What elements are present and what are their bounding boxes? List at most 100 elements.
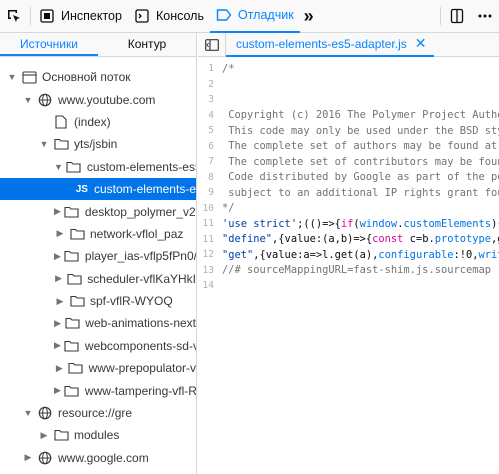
collapsed-arrow-icon[interactable]: ▶ xyxy=(54,296,66,307)
tree-item[interactable]: ▶ player_ias-vflp5fPn0/r xyxy=(0,245,196,267)
tree-item[interactable]: ▼ www.youtube.com xyxy=(0,88,196,110)
tree-item-label: www-prepopulator-v xyxy=(88,361,196,376)
globe-icon xyxy=(37,406,53,420)
expanded-arrow-icon[interactable]: ▼ xyxy=(54,162,63,172)
more-tools-chevron-icon: » xyxy=(303,5,314,26)
expanded-arrow-icon[interactable]: ▼ xyxy=(22,408,34,418)
tree-item[interactable]: ▶ network-vflol_paz xyxy=(0,223,196,245)
line-number[interactable]: 2 xyxy=(198,79,222,90)
tree-item[interactable]: ▶ www.google.com xyxy=(0,447,196,469)
code-editor[interactable]: 1/* 2 3 4 Copyright (c) 2016 The Polymer Pr… xyxy=(198,61,499,474)
tree-item-label: spf-vflR-WYOQ xyxy=(90,294,173,309)
expanded-arrow-icon[interactable]: ▼ xyxy=(6,72,18,82)
line-number[interactable]: 5 xyxy=(198,125,222,136)
tab-debugger-label: Отладчик xyxy=(237,8,294,22)
line-number[interactable]: 13 xyxy=(198,265,222,276)
tree-item-label: resource://gre xyxy=(58,406,133,421)
tree-item[interactable]: ▼ resource://gre xyxy=(0,402,196,424)
line-number[interactable]: 14 xyxy=(198,280,222,291)
tree-item[interactable]: JS custom-elements-e xyxy=(0,177,196,201)
dock-toggle-button[interactable] xyxy=(443,0,471,32)
folder-icon xyxy=(69,227,85,241)
collapsed-arrow-icon[interactable]: ▶ xyxy=(54,340,61,351)
collapsed-arrow-icon[interactable]: ▶ xyxy=(54,206,61,217)
collapsed-arrow-icon[interactable]: ▶ xyxy=(22,452,34,463)
tab-sources[interactable]: Источники xyxy=(0,33,98,56)
code-text: 'use strict';(()=>{if(window.customEleme… xyxy=(222,217,499,230)
toolbar-separator xyxy=(440,7,441,25)
collapsed-arrow-icon[interactable]: ▶ xyxy=(38,430,50,441)
tree-item-label: Основной поток xyxy=(42,70,131,85)
ellipsis-icon xyxy=(478,14,492,18)
line-number[interactable]: 7 xyxy=(198,156,222,167)
code-text: The complete set of contributors may be … xyxy=(222,155,499,168)
more-tools-button[interactable]: » xyxy=(300,0,318,32)
line-number[interactable]: 3 xyxy=(198,94,222,105)
expanded-arrow-icon[interactable]: ▼ xyxy=(22,95,34,105)
tree-item[interactable]: ▶ www-tampering-vfl-R xyxy=(0,379,196,401)
toolbar-separator xyxy=(30,7,31,25)
collapsed-arrow-icon[interactable]: ▶ xyxy=(54,273,63,284)
tree-item[interactable]: (index) xyxy=(0,111,196,133)
code-text: This code may only be used under the BSD… xyxy=(222,124,499,137)
tree-item[interactable]: ▶ spf-vflR-WYOQ xyxy=(0,290,196,312)
folder-icon xyxy=(53,137,69,151)
tree-item-label: network-vflol_paz xyxy=(90,226,184,241)
line-number[interactable]: 10 xyxy=(198,203,222,214)
sources-panel: Источники Контур ▼ Основной поток ▼ www.you… xyxy=(0,33,197,474)
options-menu-button[interactable] xyxy=(471,0,499,32)
code-text: The complete set of authors may be found… xyxy=(222,140,499,153)
tree-item[interactable]: ▶ www-prepopulator-v xyxy=(0,357,196,379)
tree-item[interactable]: ▶ web-animations-next xyxy=(0,312,196,334)
element-picker-button[interactable] xyxy=(0,0,28,32)
tab-console[interactable]: Консоль xyxy=(128,0,210,32)
collapsed-arrow-icon[interactable]: ▶ xyxy=(54,251,61,262)
collapsed-arrow-icon[interactable]: ▶ xyxy=(54,363,65,374)
line-number[interactable]: 8 xyxy=(198,172,222,183)
tree-item[interactable]: ▼ yts/jsbin xyxy=(0,133,196,155)
sources-tabs: Источники Контур xyxy=(0,33,196,57)
collapsed-arrow-icon[interactable]: ▶ xyxy=(54,318,61,329)
inspector-icon xyxy=(39,8,55,24)
tree-item-label: yts/jsbin xyxy=(74,137,118,152)
tree-item[interactable]: ▶ webcomponents-sd-v xyxy=(0,335,196,357)
close-icon[interactable]: ✕ xyxy=(415,35,427,52)
devtools-toolbar: Инспектор Консоль Отладчик » xyxy=(0,0,499,33)
folder-icon xyxy=(64,205,80,219)
line-number[interactable]: 11 xyxy=(198,234,222,245)
globe-icon xyxy=(37,93,53,107)
tab-inspector[interactable]: Инспектор xyxy=(33,0,128,32)
line-number[interactable]: 9 xyxy=(198,187,222,198)
tree-item-label: modules xyxy=(74,428,120,443)
element-picker-icon xyxy=(8,10,20,22)
tree-item-label: player_ias-vflp5fPn0/r xyxy=(84,249,196,264)
code-line: 6 The complete set of authors may be fou… xyxy=(198,139,499,155)
line-number[interactable]: 4 xyxy=(198,110,222,121)
tab-debugger[interactable]: Отладчик xyxy=(209,0,300,33)
code-line: 11'use strict';(()=>{if(window.customEle… xyxy=(198,216,499,232)
tree-item[interactable]: ▶ modules xyxy=(0,424,196,446)
tree-item[interactable]: ▶ desktop_polymer_v2- xyxy=(0,200,196,222)
sources-tree: ▼ Основной поток ▼ www.youtube.com (index) ▼ y… xyxy=(0,57,196,469)
code-line: 7 The complete set of contributors may b… xyxy=(198,154,499,170)
line-number[interactable]: 12 xyxy=(198,249,222,260)
editor-tab-label: custom-elements-es5-adapter.js xyxy=(236,36,407,51)
collapsed-arrow-icon[interactable]: ▶ xyxy=(54,228,66,239)
tree-item-label: scheduler-vflKaYHkI xyxy=(87,271,196,286)
line-number[interactable]: 1 xyxy=(198,63,222,74)
tree-item[interactable]: ▶ scheduler-vflKaYHkI xyxy=(0,268,196,290)
tree-item[interactable]: ▼ Основной поток xyxy=(0,66,196,88)
code-line: 3 xyxy=(198,92,499,108)
folder-icon xyxy=(64,384,80,398)
folder-icon xyxy=(68,361,84,375)
line-number[interactable]: 11 xyxy=(198,218,222,229)
collapsed-arrow-icon[interactable]: ▶ xyxy=(54,385,61,396)
line-number[interactable]: 6 xyxy=(198,141,222,152)
tab-outline[interactable]: Контур xyxy=(98,33,196,56)
file-icon xyxy=(53,115,69,129)
toggle-sources-panel-button[interactable] xyxy=(198,32,226,57)
editor-tab-file[interactable]: custom-elements-es5-adapter.js ✕ xyxy=(226,33,435,57)
expanded-arrow-icon[interactable]: ▼ xyxy=(38,139,50,149)
tree-item[interactable]: ▼ custom-elements-es5 xyxy=(0,156,196,178)
tree-item-label: custom-elements-es5 xyxy=(86,159,196,174)
